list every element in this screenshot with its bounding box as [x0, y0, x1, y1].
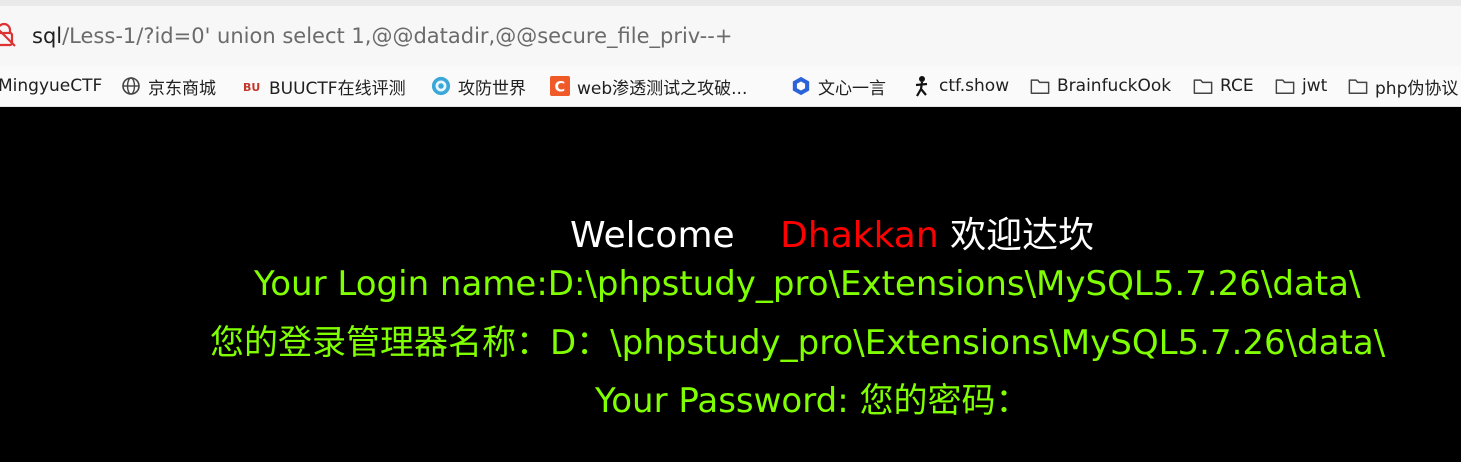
bookmark-folder-rce[interactable]: RCE: [1193, 74, 1254, 98]
bookmark-folder-brainfuckook[interactable]: BrainfuckOok: [1030, 74, 1171, 98]
bookmark-adworld[interactable]: 攻防世界: [431, 74, 526, 99]
globe-icon: [121, 76, 141, 96]
login-name-cn-line: 您的登录管理器名称：D：\phpstudy_pro\Extensions\MyS…: [210, 323, 1386, 363]
url-path: /Less-1/?id=0' union select 1,@@datadir,…: [62, 24, 733, 48]
bookmark-ctfshow[interactable]: ctf.show: [912, 74, 1009, 98]
dhakkan-text: Dhakkan: [780, 215, 939, 256]
folder-icon: [1030, 76, 1050, 96]
bookmark-folder-jwt[interactable]: jwt: [1275, 74, 1327, 98]
bookmark-label: php伪协议: [1375, 78, 1459, 99]
bookmark-buuctf[interactable]: BU BUUCTF在线评测: [242, 74, 406, 99]
buu-icon: BU: [242, 76, 262, 96]
bookmark-label: 京东商城: [148, 78, 216, 99]
bookmark-label: BUUCTF在线评测: [269, 78, 406, 99]
page-content: Welcome Dhakkan 欢迎达坎 Your Login name:D:\…: [0, 107, 1461, 462]
password-line: Your Password: 您的密码：: [595, 381, 1030, 421]
bookmark-mingyuectf[interactable]: MingyueCTF: [0, 74, 102, 98]
wenxin-icon: [791, 76, 811, 96]
bookmark-wenxin[interactable]: 文心一言: [791, 74, 886, 99]
bookmark-jd[interactable]: 京东商城: [121, 74, 216, 99]
bookmark-label: RCE: [1220, 76, 1254, 96]
c-icon: C: [550, 76, 570, 96]
bookmark-label: MingyueCTF: [0, 76, 103, 96]
bookmark-label: BrainfuckOok: [1057, 76, 1172, 96]
welcome-text: Welcome: [570, 215, 735, 256]
folder-icon: [1193, 76, 1213, 96]
folder-icon: [1348, 76, 1368, 96]
bookmark-folder-php[interactable]: php伪协议: [1348, 74, 1459, 99]
folder-icon: [1275, 76, 1295, 96]
bookmark-label: 文心一言: [818, 78, 886, 99]
bookmark-label: ctf.show: [939, 76, 1010, 96]
bookmark-label: 攻防世界: [458, 78, 526, 99]
svg-text:BU: BU: [243, 81, 260, 94]
svg-text:C: C: [555, 79, 566, 95]
adworld-icon: [431, 76, 451, 96]
welcome-cn-text: 欢迎达坎: [950, 215, 1095, 256]
url-host: sql: [32, 24, 63, 48]
url-text[interactable]: sql/Less-1/?id=0' union select 1,@@datad…: [32, 23, 732, 49]
address-bar[interactable]: sql/Less-1/?id=0' union select 1,@@datad…: [0, 0, 1461, 66]
not-secure-icon[interactable]: [0, 22, 18, 48]
bookmarks-bar: MingyueCTF 京东商城 BU BUUCTF在线评测 攻防世界 C web…: [0, 66, 1461, 107]
ctfshow-icon: [912, 76, 932, 97]
login-name-line: Your Login name:D:\phpstudy_pro\Extensio…: [254, 264, 1361, 304]
bookmark-c[interactable]: C web渗透测试之攻破...: [550, 74, 748, 99]
welcome-line: Welcome Dhakkan 欢迎达坎: [570, 214, 1094, 258]
bookmark-label: jwt: [1302, 76, 1328, 96]
bookmark-label: web渗透测试之攻破...: [577, 78, 748, 99]
